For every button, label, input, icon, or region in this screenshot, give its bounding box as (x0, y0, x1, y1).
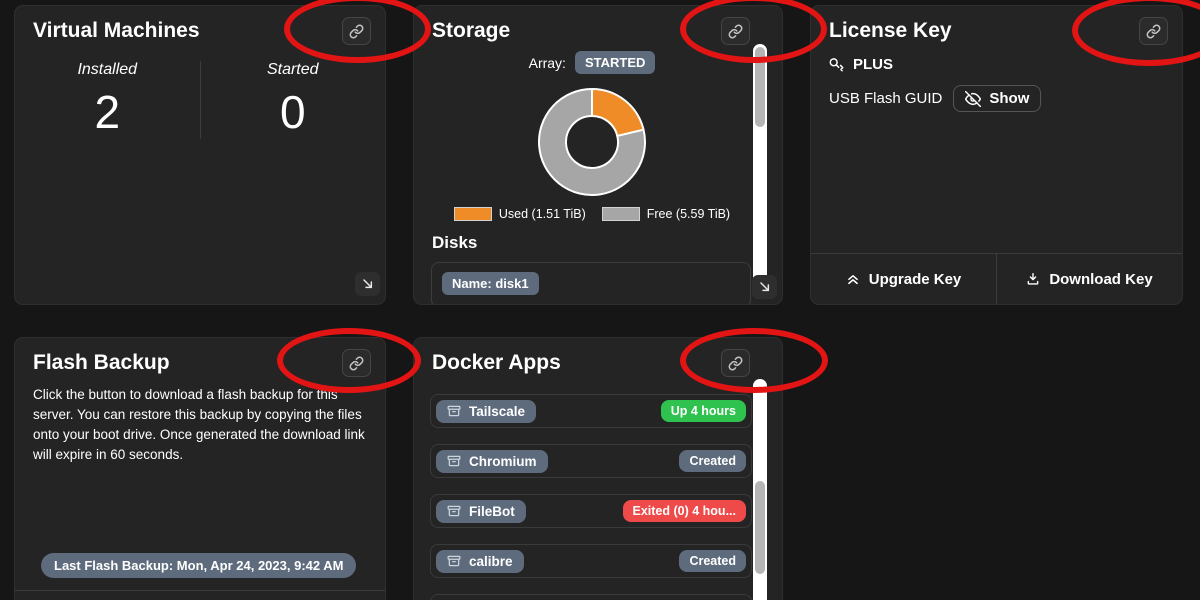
license-key-card: License Key PLUS USB Flash GUID Show Upg… (810, 5, 1183, 305)
disk-name-badge: Name: disk1 (442, 272, 539, 295)
storage-scrollbar-thumb[interactable] (755, 47, 765, 127)
docker-row-chromium[interactable]: Chromium Created (430, 444, 752, 478)
storage-resize-handle[interactable] (752, 275, 777, 299)
vm-card-header: Virtual Machines (15, 6, 385, 45)
docker-card-title: Docker Apps (432, 349, 561, 377)
app-name-badge: FileBot (436, 500, 526, 523)
storage-link-button[interactable] (721, 17, 750, 45)
flash-backup-card: Flash Backup Click the button to downloa… (14, 337, 386, 600)
storage-scrollbar[interactable] (753, 44, 767, 284)
app-name-label: calibre (469, 554, 513, 569)
show-button-label: Show (989, 90, 1029, 107)
app-name-badge: calibre (436, 550, 524, 573)
license-tier-label: PLUS (853, 56, 893, 73)
app-name-badge: Chromium (436, 450, 548, 473)
legend-item-used: Used (1.51 TiB) (454, 207, 586, 221)
download-icon (1026, 272, 1040, 286)
disks-heading: Disks (432, 231, 752, 255)
container-box-icon (447, 554, 461, 568)
storage-card-title: Storage (432, 17, 510, 45)
license-card-title: License Key (829, 17, 952, 45)
app-name-badge: Tailscale (436, 400, 536, 423)
guid-label: USB Flash GUID (829, 90, 942, 107)
flash-card-header: Flash Backup (15, 338, 385, 377)
free-legend-label: Free (5.59 TiB) (647, 207, 730, 221)
container-box-icon (447, 454, 461, 468)
docker-row-partial[interactable] (430, 594, 752, 600)
used-legend-label: Used (1.51 TiB) (499, 207, 586, 221)
vm-installed-value: 2 (15, 85, 200, 139)
docker-row-tailscale[interactable]: Tailscale Up 4 hours (430, 394, 752, 428)
docker-scrollbar-thumb[interactable] (755, 481, 765, 574)
link-icon (349, 24, 364, 39)
array-label: Array: (529, 55, 566, 71)
license-tier-row: PLUS (829, 54, 1164, 74)
donut-chart-svg (534, 84, 650, 200)
show-guid-button[interactable]: Show (953, 85, 1041, 112)
vm-started-value: 0 (201, 85, 386, 139)
flash-footer (15, 590, 385, 600)
storage-card: Storage Array: STARTED Used (1.51 TiB) F… (413, 5, 783, 305)
license-card-header: License Key (811, 6, 1182, 45)
link-icon (728, 356, 743, 371)
used-swatch (454, 207, 492, 221)
app-status-badge: Exited (0) 4 hou... (623, 500, 747, 522)
license-link-button[interactable] (1139, 17, 1168, 45)
link-icon (728, 24, 743, 39)
docker-app-list: Tailscale Up 4 hours Chromium Created Fi… (430, 394, 752, 600)
app-status-badge: Created (679, 550, 746, 572)
container-box-icon (447, 404, 461, 418)
resize-arrow-icon (757, 279, 773, 295)
vm-started-label: Started (201, 61, 386, 79)
last-flash-backup-badge: Last Flash Backup: Mon, Apr 24, 2023, 9:… (41, 553, 356, 578)
resize-arrow-icon (360, 276, 376, 292)
flash-link-button[interactable] (342, 349, 371, 377)
storage-card-header: Storage (414, 6, 782, 45)
docker-row-calibre[interactable]: calibre Created (430, 544, 752, 578)
link-icon (1146, 24, 1161, 39)
angles-up-icon (846, 272, 860, 286)
eye-slash-icon (965, 91, 981, 107)
vm-installed-label: Installed (15, 61, 200, 79)
app-name-label: Chromium (469, 454, 537, 469)
virtual-machines-card: Virtual Machines Installed 2 Started 0 (14, 5, 386, 305)
app-status-badge: Created (679, 450, 746, 472)
app-name-label: FileBot (469, 504, 515, 519)
flash-description: Click the button to download a flash bac… (33, 385, 367, 465)
docker-scrollbar[interactable] (753, 379, 767, 600)
vm-stat-installed: Installed 2 (15, 61, 200, 139)
vm-stats: Installed 2 Started 0 (15, 61, 385, 139)
docker-row-filebot[interactable]: FileBot Exited (0) 4 hou... (430, 494, 752, 528)
download-key-label: Download Key (1049, 271, 1152, 288)
link-icon (349, 356, 364, 371)
app-name-label: Tailscale (469, 404, 525, 419)
array-status-badge: STARTED (575, 51, 655, 74)
legend-item-free: Free (5.59 TiB) (602, 207, 730, 221)
vm-card-title: Virtual Machines (33, 17, 200, 45)
upgrade-key-label: Upgrade Key (869, 271, 962, 288)
app-status-badge: Up 4 hours (661, 400, 746, 422)
storage-donut-chart (432, 84, 752, 200)
download-key-button[interactable]: Download Key (997, 254, 1182, 304)
vm-link-button[interactable] (342, 17, 371, 45)
array-status-row: Array: STARTED (432, 50, 752, 75)
docker-apps-card: Docker Apps Tailscale Up 4 hours Chromiu… (413, 337, 783, 600)
flash-card-title: Flash Backup (33, 349, 170, 377)
upgrade-key-button[interactable]: Upgrade Key (811, 254, 997, 304)
container-box-icon (447, 504, 461, 518)
disks-list-box: Name: disk1 (431, 262, 751, 305)
license-guid-row: USB Flash GUID Show (829, 85, 1164, 112)
storage-chart-legend: Used (1.51 TiB) Free (5.59 TiB) (432, 206, 752, 222)
license-footer: Upgrade Key Download Key (811, 253, 1182, 304)
free-swatch (602, 207, 640, 221)
vm-resize-handle[interactable] (355, 272, 380, 296)
docker-card-header: Docker Apps (414, 338, 782, 377)
vm-stat-started: Started 0 (201, 61, 386, 139)
key-icon (829, 57, 844, 72)
docker-link-button[interactable] (721, 349, 750, 377)
